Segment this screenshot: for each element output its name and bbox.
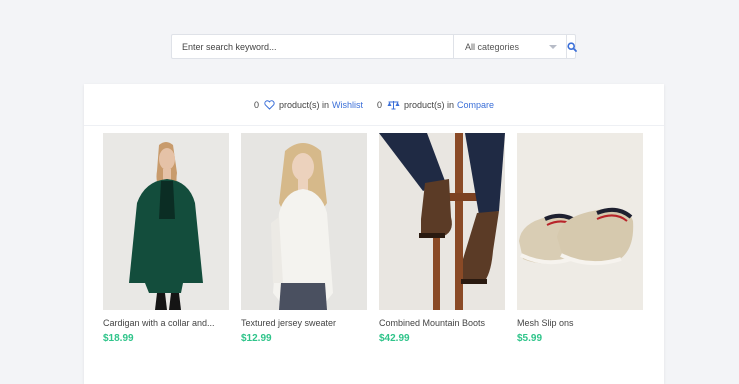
compare-stat: 0 product(s) in Compare xyxy=(377,100,494,110)
product-card[interactable]: Cardigan with a collar and... $18.99 xyxy=(103,133,229,344)
wishlist-text: product(s) in xyxy=(278,99,329,110)
product-price: $42.99 xyxy=(379,333,410,344)
product-name[interactable]: Combined Mountain Boots xyxy=(379,318,505,328)
chevron-down-icon xyxy=(549,44,557,49)
compare-count: 0 xyxy=(376,99,382,110)
product-card[interactable]: Mesh Slip ons $5.99 xyxy=(517,133,643,344)
compare-text: product(s) in xyxy=(404,99,455,110)
product-image-sweater[interactable] xyxy=(241,133,367,310)
product-name[interactable]: Mesh Slip ons xyxy=(517,318,643,328)
category-select-value: All categories xyxy=(465,41,520,52)
search-button[interactable] xyxy=(566,35,577,58)
product-price: $5.99 xyxy=(517,333,543,344)
category-select[interactable]: All categories xyxy=(453,35,566,58)
product-price: $18.99 xyxy=(103,333,134,344)
product-name[interactable]: Textured jersey sweater xyxy=(241,318,367,328)
heart-icon xyxy=(264,99,275,110)
product-price: $12.99 xyxy=(241,333,272,344)
search-input[interactable] xyxy=(172,35,453,58)
product-image-cardigan[interactable] xyxy=(103,133,229,310)
stats-bar: 0 product(s) in Wishlist 0 product(s) in… xyxy=(84,84,664,126)
wishlist-link[interactable]: Wishlist xyxy=(332,100,363,110)
product-image-boots[interactable] xyxy=(379,133,505,310)
compare-link[interactable]: Compare xyxy=(457,100,494,110)
scale-icon xyxy=(387,100,400,110)
search-bar: All categories xyxy=(171,34,577,59)
product-card[interactable]: Textured jersey sweater $12.99 xyxy=(241,133,367,344)
search-icon xyxy=(567,41,577,52)
product-image-slipons[interactable] xyxy=(517,133,643,310)
wishlist-count: 0 xyxy=(253,99,259,110)
wishlist-stat: 0 product(s) in Wishlist xyxy=(254,100,363,110)
products-panel: 0 product(s) in Wishlist 0 product(s) in… xyxy=(84,84,664,384)
product-name[interactable]: Cardigan with a collar and... xyxy=(103,318,229,328)
product-grid: Cardigan with a collar and... $18.99 Tex… xyxy=(103,133,643,344)
product-card[interactable]: Combined Mountain Boots $42.99 xyxy=(379,133,505,344)
